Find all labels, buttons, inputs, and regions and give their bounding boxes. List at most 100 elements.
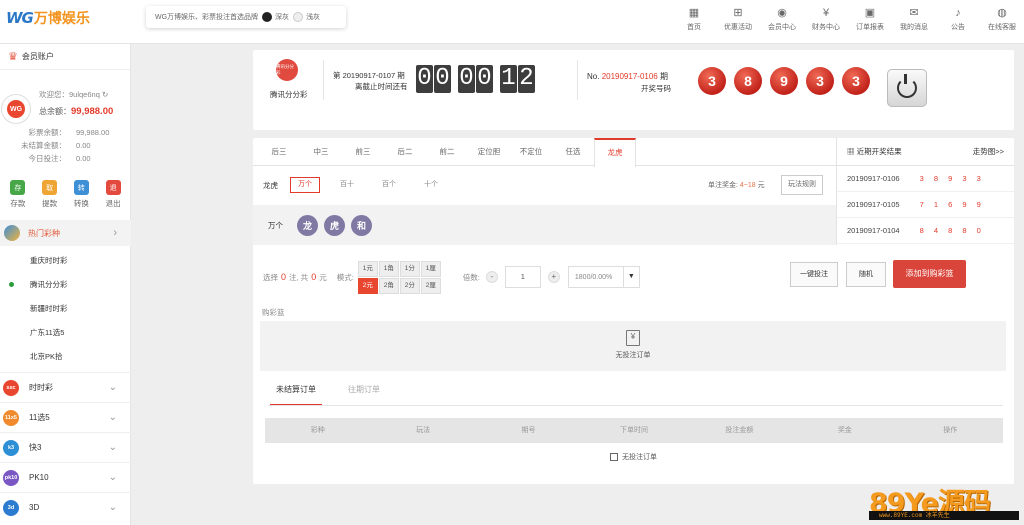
hot-item[interactable]: 广东11选5 <box>0 320 131 344</box>
nav-item-2[interactable]: ◉ 会员中心 <box>760 6 804 32</box>
mail-icon: ✉ <box>909 7 919 19</box>
category-label: 快3 <box>29 443 42 452</box>
play-tab[interactable]: 前三 <box>342 138 384 165</box>
calendar-icon: ▦ <box>847 147 855 156</box>
account-stat: 今日投注： 0.00 <box>0 152 120 165</box>
nav-label: 公告 <box>951 24 965 31</box>
power-button[interactable] <box>887 69 927 107</box>
prize-value: 4~18 <box>739 182 756 189</box>
unit-option[interactable]: 2厘 <box>420 277 441 294</box>
plus-button[interactable]: + <box>547 271 560 283</box>
unit-option[interactable]: 2元 <box>357 277 378 294</box>
issue-suffix: 期 <box>659 72 668 81</box>
sub-option[interactable]: 万个 <box>290 177 320 193</box>
trend-link[interactable]: 走势图>> <box>973 146 1004 157</box>
play-tab[interactable]: 前二 <box>426 138 468 165</box>
sub-option[interactable]: 百个 <box>374 177 404 193</box>
light-theme-label[interactable]: 浅灰 <box>306 12 320 22</box>
sub-label: 龙虎 <box>263 180 278 190</box>
category-0[interactable]: ssc 时时彩 ⌄ <box>0 372 131 402</box>
action-3-button[interactable]: 退退出 <box>98 180 128 209</box>
category-3[interactable]: pk10 PK10 ⌄ <box>0 462 131 492</box>
sub-option[interactable]: 百十 <box>332 177 362 193</box>
play-tab[interactable]: 后三 <box>258 138 300 165</box>
bell-icon: ♪ <box>955 7 961 19</box>
category-2[interactable]: k3 快3 ⌄ <box>0 432 131 462</box>
hot-item[interactable]: 北京PK拾 <box>0 344 131 368</box>
rebate-select[interactable]: 1800/0.00% ▼ <box>567 266 640 288</box>
category-4[interactable]: 3d 3D ⌄ <box>0 492 131 522</box>
unit-option[interactable]: 1分 <box>399 260 420 277</box>
pick-ball[interactable]: 虎 <box>324 214 345 236</box>
draw-ball: 9 <box>770 67 798 95</box>
action-0-button[interactable]: 存存款 <box>3 180 33 209</box>
nav-item-6[interactable]: ♪ 公告 <box>936 6 980 32</box>
play-tab[interactable]: 任选 <box>552 138 594 165</box>
avatar-logo: WG <box>7 100 25 118</box>
pick-ball[interactable]: 和 <box>351 214 372 236</box>
unit-option[interactable]: 1角 <box>378 260 399 277</box>
column-header: 投注金额 <box>725 427 754 434</box>
divider <box>577 60 578 100</box>
select-label: 选择 <box>263 272 278 282</box>
play-tab[interactable]: 定位胆 <box>468 138 510 165</box>
hot-lotteries-toggle[interactable]: 热门彩种 › <box>0 220 131 246</box>
unit-option[interactable]: 2角 <box>378 277 399 294</box>
hot-item[interactable]: 重庆时时彩 <box>0 248 131 272</box>
play-tab[interactable]: 不定位 <box>510 138 552 165</box>
stat-label: 未结算金额： <box>21 141 66 150</box>
action-icon: 转 <box>73 180 89 195</box>
nav-item-5[interactable]: ✉ 我的消息 <box>892 6 936 32</box>
one-click-bet-button[interactable]: 一键投注 <box>790 262 838 287</box>
crown-icon: ♛ <box>8 51 18 63</box>
unit-option[interactable]: 1厘 <box>420 260 441 277</box>
nav-item-7[interactable]: ◍ 在线客服 <box>980 6 1024 32</box>
recent-rows: 20190917-0106 3 8 9 3 3 20190917-0105 7 1 6… <box>837 166 1014 244</box>
play-tab[interactable]: 中三 <box>300 138 342 165</box>
unit-option[interactable]: 2分 <box>399 277 420 294</box>
rules-button[interactable]: 玩法规则 <box>781 175 823 195</box>
countdown-digit: 2 <box>518 65 535 93</box>
brand-logo[interactable]: WG 万博娱乐 <box>6 8 90 28</box>
amount-unit: 元 <box>319 272 327 282</box>
action-2-button[interactable]: 转转换 <box>66 180 96 209</box>
minus-button[interactable]: - <box>485 271 498 283</box>
action-icon: 退 <box>105 180 121 195</box>
nav-item-4[interactable]: ▣ 订单报表 <box>848 6 892 32</box>
sub-option[interactable]: 十个 <box>416 177 446 193</box>
hot-item[interactable]: 腾讯分分彩 <box>0 272 131 296</box>
refresh-icon[interactable]: ↻ <box>102 90 108 99</box>
pick-ball[interactable]: 龙 <box>297 214 318 236</box>
receipt-icon <box>610 453 618 462</box>
dark-theme-label[interactable]: 深灰 <box>275 12 289 22</box>
light-theme-dot[interactable] <box>293 12 304 22</box>
random-button[interactable]: 随机 <box>846 262 886 287</box>
multiple-input[interactable]: 1 <box>504 266 541 288</box>
orders-table-header: 彩种 玩法 期号 下单时间 投注金额 奖金 操作 <box>265 418 1003 443</box>
stat-label: 今日投注： <box>28 154 67 163</box>
order-tab[interactable]: 未结算订单 <box>270 384 322 406</box>
hot-item[interactable]: 新疆时时彩 <box>0 296 131 320</box>
play-tab[interactable]: 龙虎 <box>594 138 636 167</box>
add-to-cart-button[interactable]: 添加到购彩篮 <box>893 260 966 288</box>
nav-label: 优惠活动 <box>724 24 752 31</box>
nav-item-0[interactable]: ▦ 首页 <box>672 6 716 32</box>
last-draw-issue: No. 20190917-0106 期 <box>587 71 668 82</box>
play-tabs: 后三 中三 前三 后二 前二 定位胆 不定位 任选 龙虎 <box>253 138 836 167</box>
unit-option[interactable]: 1元 <box>357 260 378 277</box>
play-tab[interactable]: 后二 <box>384 138 426 165</box>
order-tab[interactable]: 往期订单 <box>342 384 386 406</box>
watermark: 89Ye源码 www.89YE.com 冰羊先生 <box>869 481 1019 521</box>
category-1[interactable]: 11x5 11选5 ⌄ <box>0 402 131 432</box>
recent-results: ▦ 近期开奖结果 走势图>> 20190917-0106 3 8 9 3 3 201… <box>836 138 1014 245</box>
action-1-button[interactable]: 取提款 <box>35 180 65 209</box>
total-balance: 总余额：99,988.00 <box>39 106 113 117</box>
nav-item-1[interactable]: ⊞ 优惠活动 <box>716 6 760 32</box>
k3-icon: k3 <box>3 439 19 456</box>
power-icon <box>897 74 917 98</box>
dark-theme-dot[interactable] <box>262 12 273 22</box>
hot-item-label: 北京PK拾 <box>30 351 63 361</box>
chevron-down-icon: ⌄ <box>108 502 117 513</box>
nav-item-3[interactable]: ¥ 财务中心 <box>804 6 848 32</box>
hot-label: 热门彩种 <box>28 228 60 238</box>
